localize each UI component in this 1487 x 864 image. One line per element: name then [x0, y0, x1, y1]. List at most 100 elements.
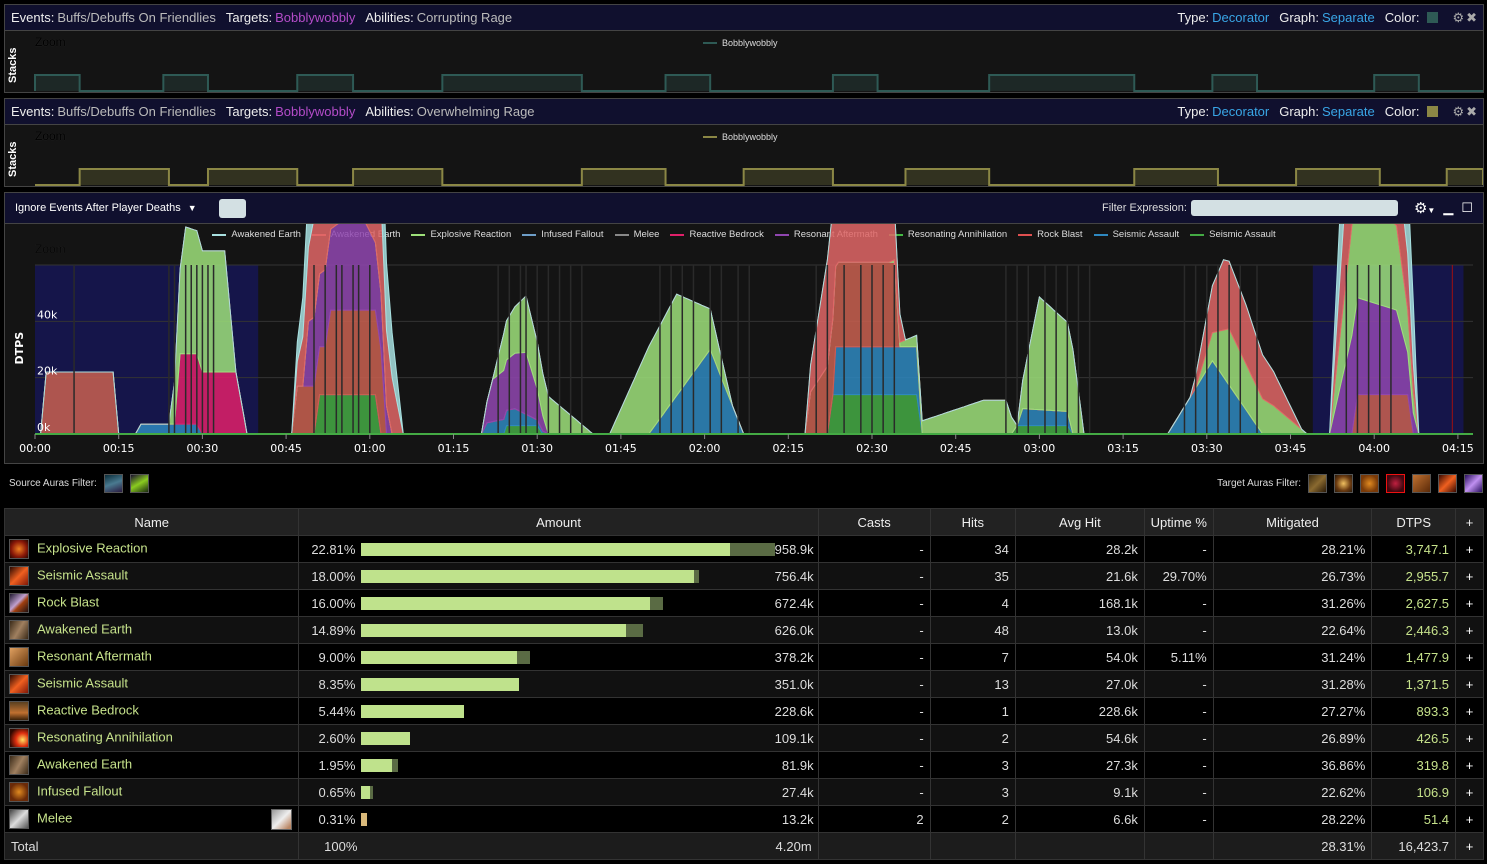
- zoom-label[interactable]: Zoom: [35, 129, 66, 143]
- graph-value[interactable]: Separate: [1322, 10, 1375, 25]
- ability-name[interactable]: Reactive Bedrock: [37, 702, 139, 717]
- targets-value[interactable]: Bobblywobbly: [275, 10, 355, 25]
- aura-icon[interactable]: [1308, 474, 1327, 493]
- table-row[interactable]: Awakened Earth 14.89% 626.0k - 48 13.0k …: [3, 616, 1484, 644]
- ability-name[interactable]: Rock Blast: [37, 594, 99, 609]
- expand-button[interactable]: +: [1455, 778, 1484, 806]
- ability-name[interactable]: Resonant Aftermath: [37, 648, 152, 663]
- col-hits[interactable]: Hits: [929, 508, 1016, 536]
- avg-hit-cell: 21.6k: [1014, 562, 1145, 590]
- aura-icon[interactable]: [1334, 474, 1353, 493]
- dtps-area-chart[interactable]: 0k 20k 40k 00:00 00:15 00:30 00:45 01:00 01:15 01…: [5, 224, 1483, 464]
- aura-icon[interactable]: [1438, 474, 1457, 493]
- table-row[interactable]: Reactive Bedrock 5.44% 228.6k - 1 228.6k…: [3, 697, 1484, 725]
- expand-button[interactable]: +: [1455, 697, 1484, 725]
- ability-name[interactable]: Seismic Assault: [37, 567, 128, 582]
- ability-name-cell[interactable]: Awakened Earth: [3, 751, 300, 779]
- expand-button[interactable]: +: [1455, 643, 1484, 671]
- type-value[interactable]: Decorator: [1212, 104, 1269, 119]
- ability-name-cell[interactable]: Awakened Earth: [3, 616, 300, 644]
- filter-expression-input[interactable]: [1190, 200, 1398, 216]
- ability-name-cell[interactable]: Rock Blast: [3, 589, 300, 617]
- zoom-label[interactable]: Zoom: [35, 242, 66, 256]
- expand-button[interactable]: +: [1455, 805, 1484, 833]
- ability-name-cell[interactable]: Resonant Aftermath: [3, 643, 300, 671]
- table-row[interactable]: Seismic Assault 18.00% 756.4k - 35 21.6k…: [3, 562, 1484, 590]
- ability-name[interactable]: Resonating Annihilation: [37, 729, 173, 744]
- aura-icon[interactable]: [1412, 474, 1431, 493]
- col-mitigated[interactable]: Mitigated: [1212, 508, 1373, 536]
- ability-name[interactable]: Seismic Assault: [37, 675, 128, 690]
- aura-icon[interactable]: [1360, 474, 1379, 493]
- events-value[interactable]: Buffs/Debuffs On Friendlies: [57, 10, 216, 25]
- ability-name-cell[interactable]: Melee: [3, 805, 300, 833]
- expand-button[interactable]: +: [1455, 724, 1484, 752]
- legend-item[interactable]: Bobblywobbly: [703, 132, 778, 142]
- abilities-value[interactable]: Overwhelming Rage: [417, 104, 535, 119]
- x-tick-label: 01:00: [354, 442, 386, 455]
- ability-name-cell[interactable]: Infused Fallout: [3, 778, 300, 806]
- expand-button[interactable]: +: [1455, 751, 1484, 779]
- col-avg-hit[interactable]: Avg Hit: [1014, 508, 1145, 536]
- stack-segment: [163, 75, 208, 91]
- aura-icon[interactable]: [103, 474, 123, 493]
- type-value[interactable]: Decorator: [1212, 10, 1269, 25]
- table-row[interactable]: Seismic Assault 8.35% 351.0k - 13 27.0k …: [3, 670, 1484, 698]
- abilities-value[interactable]: Corrupting Rage: [417, 10, 512, 25]
- minimize-icon[interactable]: ▁: [1443, 200, 1453, 216]
- table-row[interactable]: Infused Fallout 0.65% 27.4k - 3 9.1k - 2…: [3, 778, 1484, 806]
- aura-icon[interactable]: [1464, 474, 1483, 493]
- maximize-icon[interactable]: ☐: [1461, 200, 1473, 216]
- x-tick-label: 00:00: [19, 442, 51, 455]
- toggle-button[interactable]: [218, 198, 246, 218]
- ability-name[interactable]: Infused Fallout: [37, 783, 122, 798]
- ability-name-cell[interactable]: Seismic Assault: [3, 670, 300, 698]
- col-casts[interactable]: Casts: [817, 508, 931, 536]
- col-name[interactable]: Name: [3, 508, 300, 536]
- death-filter-dropdown[interactable]: Ignore Events After Player Deaths ▼: [15, 202, 197, 214]
- table-row[interactable]: Rock Blast 16.00% 672.4k - 4 168.1k - 31…: [3, 589, 1484, 617]
- table-row[interactable]: Explosive Reaction 22.81% 958.9k - 34 28…: [3, 535, 1484, 563]
- col-dtps[interactable]: DTPS: [1371, 508, 1457, 536]
- color-swatch[interactable]: [1427, 12, 1439, 23]
- mitigated-cell: 22.62%: [1212, 778, 1373, 806]
- ability-name-cell[interactable]: Reactive Bedrock: [3, 697, 300, 725]
- targets-value[interactable]: Bobblywobbly: [275, 104, 355, 119]
- amount-bar: [361, 704, 464, 718]
- gear-dropdown-icon[interactable]: ⚙▼: [1414, 199, 1435, 217]
- close-icon[interactable]: ✖: [1466, 10, 1477, 26]
- mitigated-cell: 31.24%: [1212, 643, 1373, 671]
- expand-button[interactable]: +: [1455, 535, 1484, 563]
- expand-button[interactable]: +: [1455, 670, 1484, 698]
- col-expand[interactable]: +: [1455, 508, 1484, 536]
- graph-value[interactable]: Separate: [1322, 104, 1375, 119]
- expand-button[interactable]: +: [1455, 562, 1484, 590]
- col-amount[interactable]: Amount: [298, 508, 819, 536]
- color-swatch[interactable]: [1427, 106, 1439, 117]
- mitigated-cell: 31.26%: [1212, 589, 1373, 617]
- ability-name-cell[interactable]: Resonating Annihilation: [3, 724, 300, 752]
- expand-button[interactable]: +: [1455, 616, 1484, 644]
- expand-button[interactable]: +: [1455, 832, 1484, 860]
- col-uptime[interactable]: Uptime %: [1143, 508, 1214, 536]
- zoom-label[interactable]: Zoom: [35, 35, 66, 49]
- ability-name[interactable]: Melee: [37, 810, 72, 825]
- legend-item[interactable]: Bobblywobbly: [703, 38, 778, 48]
- close-icon[interactable]: ✖: [1466, 104, 1477, 120]
- events-value[interactable]: Buffs/Debuffs On Friendlies: [57, 104, 216, 119]
- table-row[interactable]: Awakened Earth 1.95% 81.9k - 3 27.3k - 3…: [3, 751, 1484, 779]
- ability-name[interactable]: Explosive Reaction: [37, 540, 148, 555]
- table-row[interactable]: Resonating Annihilation 2.60% 109.1k - 2…: [3, 724, 1484, 752]
- ability-name-cell[interactable]: Explosive Reaction: [3, 535, 300, 563]
- table-row[interactable]: Resonant Aftermath 9.00% 378.2k - 7 54.0…: [3, 643, 1484, 671]
- gear-icon[interactable]: ⚙: [1452, 104, 1464, 120]
- expand-button[interactable]: +: [1455, 589, 1484, 617]
- ability-name[interactable]: Awakened Earth: [37, 621, 132, 636]
- awakened-earth-icon: [9, 620, 29, 640]
- gear-icon[interactable]: ⚙: [1452, 10, 1464, 26]
- aura-icon-selected[interactable]: [1386, 474, 1405, 493]
- ability-name[interactable]: Awakened Earth: [37, 756, 132, 771]
- ability-name-cell[interactable]: Seismic Assault: [3, 562, 300, 590]
- aura-icon[interactable]: [129, 474, 149, 493]
- table-row[interactable]: Melee 0.31% 13.2k 2 2 6.6k - 28.22% 51.4…: [3, 805, 1484, 833]
